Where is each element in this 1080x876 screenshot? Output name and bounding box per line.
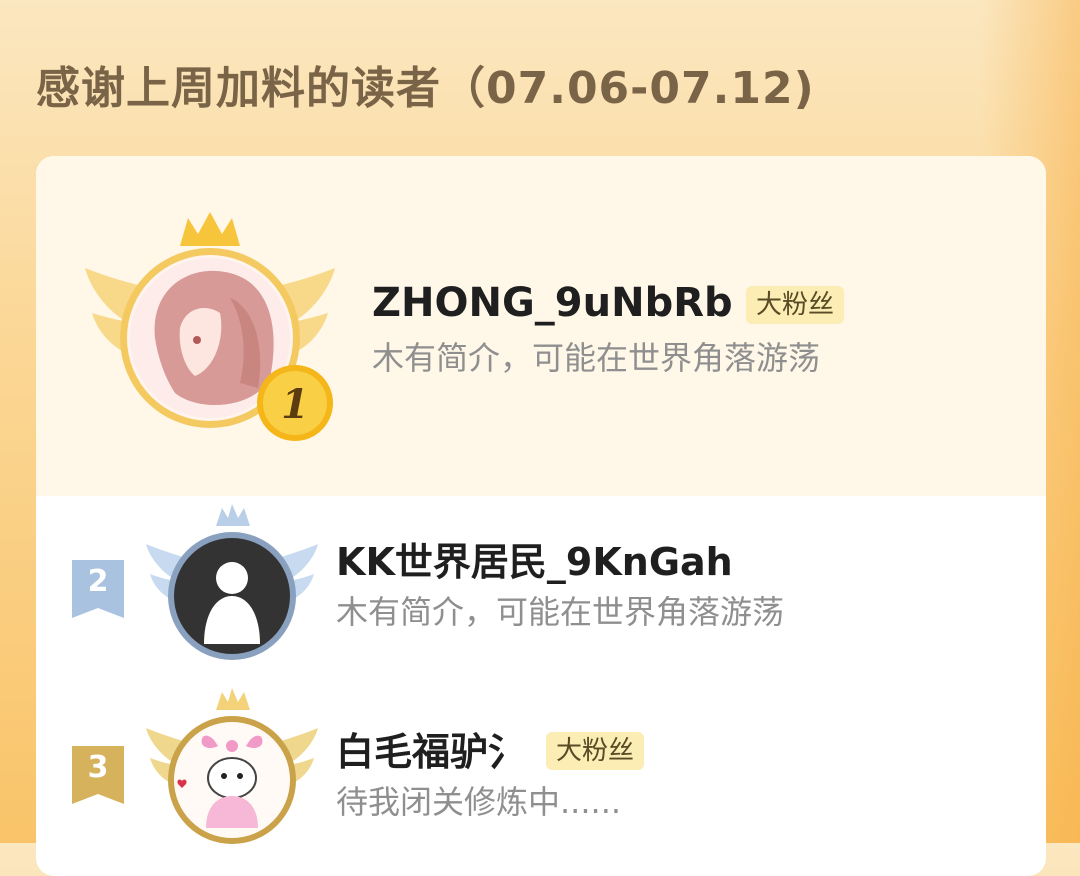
svg-text:1: 1 [281,381,309,428]
page-title: 感谢上周加料的读者（07.06-07.12) [36,63,815,114]
fan-badge: 大粉丝 [746,286,845,324]
reader-name[interactable]: ZHONG_9uNbRb [372,276,733,330]
reader-bio: 待我闭关修炼中...... [336,783,622,821]
reader-bio: 木有简介，可能在世界角落游荡 [372,339,821,377]
bronze-wing-frame-icon [146,688,318,844]
reader-row-1[interactable]: 1 ZHONG_9uNbRb 大粉丝 木有简介，可能在世界角落游荡 [36,156,1046,496]
rank-number: 3 [87,750,109,785]
rank-flag-3: 3 [72,746,124,810]
silver-wing-frame-icon [146,504,318,660]
avatar-frame-gold: 1 [80,208,340,448]
rank-number: 2 [87,564,109,599]
reader-row-3[interactable]: 3 白毛福驴氵 大粉丝 待我闭关修炼中...... [36,686,1046,876]
avatar-frame-silver [144,504,320,664]
reader-ranking-card: 1 ZHONG_9uNbRb 大粉丝 木有简介，可能在世界角落游荡 2 KK世界… [36,156,1046,876]
reader-name[interactable]: KK世界居民_9KnGah [336,536,733,588]
avatar-frame-bronze [144,688,320,848]
reader-row-2[interactable]: 2 KK世界居民_9KnGah 木有简介，可能在世界角落游荡 [36,496,1046,686]
gold-wing-frame-icon: 1 [85,212,335,441]
rank-flag-2: 2 [72,560,124,624]
reader-bio: 木有简介，可能在世界角落游荡 [336,593,785,631]
fan-badge: 大粉丝 [546,732,645,770]
reader-name[interactable]: 白毛福驴氵 [336,726,526,778]
